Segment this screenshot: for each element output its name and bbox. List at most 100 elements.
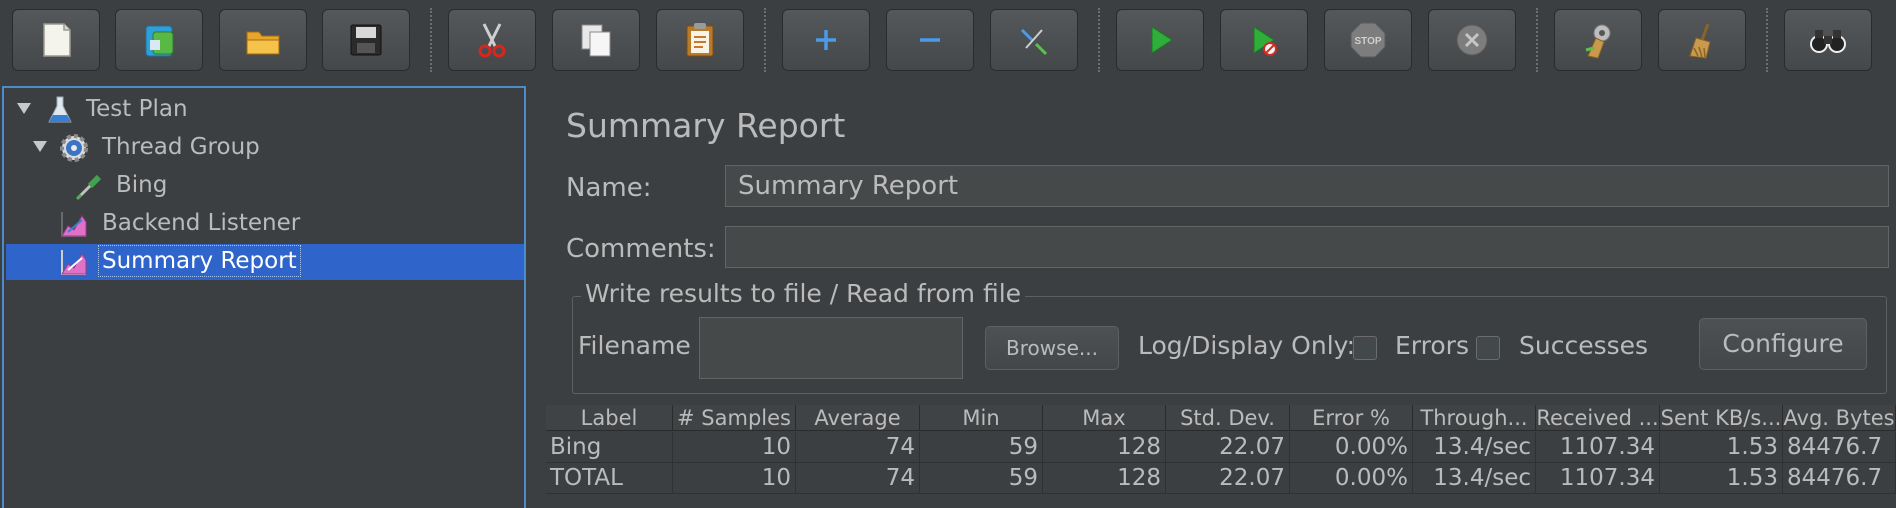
column-header[interactable]: Error % [1290, 405, 1413, 431]
tree-item-label: Backend Listener [102, 210, 301, 236]
page-title: Summary Report [566, 106, 846, 145]
copy-button[interactable] [552, 9, 640, 71]
tree-item-summary-report[interactable]: Summary Report [6, 244, 524, 280]
table-cell: 1107.34 [1536, 432, 1660, 463]
clear-all-button[interactable] [1658, 9, 1746, 71]
column-header[interactable]: Min [920, 405, 1043, 431]
clipboard-icon [686, 23, 714, 57]
listener-graph-icon [61, 212, 87, 237]
column-header[interactable]: Std. Dev. [1166, 405, 1290, 431]
table-cell: 128 [1043, 432, 1166, 463]
play-no-timers-icon [1253, 26, 1277, 56]
table-cell: 10 [673, 432, 796, 463]
clear-button[interactable] [1554, 9, 1642, 71]
configure-button[interactable]: Configure [1699, 318, 1867, 370]
tree-item-backend-listener[interactable]: Backend Listener [6, 206, 524, 242]
table-cell: 59 [920, 432, 1043, 463]
table-cell: 22.07 [1166, 463, 1290, 494]
toolbar-separator [1098, 8, 1100, 72]
templates-button[interactable] [115, 9, 203, 71]
save-button[interactable] [322, 9, 410, 71]
toolbar-separator [430, 8, 432, 72]
table-row[interactable]: TOTAL 10 74 59 128 22.07 0.00% 13.4/sec … [546, 463, 1896, 494]
cut-button[interactable] [448, 9, 536, 71]
file-group-legend: Write results to file / Read from file [581, 279, 1026, 308]
new-button[interactable] [12, 9, 100, 71]
plus-icon [816, 30, 836, 50]
expand-arrow-icon[interactable] [32, 138, 48, 154]
toggle-wand-icon [1020, 28, 1048, 56]
results-table: Label # Samples Average Min Max Std. Dev… [546, 405, 1896, 508]
expand-all-button[interactable] [782, 9, 870, 71]
comments-field[interactable] [725, 226, 1889, 268]
comments-label: Comments: [566, 234, 716, 264]
tree-item-bing[interactable]: Bing [6, 168, 524, 204]
column-header[interactable]: Avg. Bytes [1783, 405, 1896, 431]
broom-icon [1689, 23, 1711, 59]
tree-item-label: Test Plan [86, 96, 188, 122]
shutdown-button[interactable] [1428, 9, 1516, 71]
filename-field[interactable] [699, 317, 963, 379]
collapse-all-button[interactable] [886, 9, 974, 71]
log-display-label: Log/Display Only: [1138, 331, 1356, 360]
toggle-button[interactable] [990, 9, 1078, 71]
table-cell: 13.4/sec [1413, 463, 1536, 494]
new-file-icon [43, 23, 71, 57]
table-cell: 10 [673, 463, 796, 494]
tree-item-label: Thread Group [102, 134, 260, 160]
toolbar-separator [764, 8, 766, 72]
column-header[interactable]: Average [796, 405, 920, 431]
start-button[interactable] [1116, 9, 1204, 71]
main-toolbar: STOP [0, 0, 1896, 82]
svg-text:STOP: STOP [1354, 36, 1381, 47]
successes-label: Successes [1519, 331, 1649, 360]
errors-label: Errors [1395, 331, 1469, 360]
flask-icon [48, 96, 72, 123]
broom-gear-icon [1585, 24, 1611, 59]
table-cell: Bing [546, 432, 673, 463]
copy-icon [581, 24, 611, 57]
table-row[interactable]: Bing 10 74 59 128 22.07 0.00% 13.4/sec 1… [546, 432, 1896, 463]
column-header[interactable]: Label [546, 405, 673, 431]
table-cell: 0.00% [1290, 432, 1413, 463]
templates-icon [145, 25, 174, 57]
toolbar-separator [1536, 8, 1538, 72]
column-header[interactable]: Sent KB/s... [1660, 405, 1783, 431]
table-cell: 84476.7 [1783, 432, 1896, 463]
errors-checkbox[interactable] [1353, 336, 1377, 360]
save-disk-icon [350, 24, 382, 56]
browse-button[interactable]: Browse... [985, 326, 1119, 370]
column-header[interactable]: Through... [1413, 405, 1536, 431]
table-cell: 128 [1043, 463, 1166, 494]
successes-checkbox[interactable] [1476, 336, 1500, 360]
table-cell: 13.4/sec [1413, 432, 1536, 463]
table-cell: 1107.34 [1536, 463, 1660, 494]
table-cell: 22.07 [1166, 432, 1290, 463]
paste-button[interactable] [656, 9, 744, 71]
tree-item-label: Bing [116, 172, 168, 198]
column-header[interactable]: Received ... [1536, 405, 1660, 431]
column-header[interactable]: # Samples [673, 405, 796, 431]
binoculars-icon [1810, 30, 1846, 53]
open-button[interactable] [219, 9, 307, 71]
expand-arrow-icon[interactable] [16, 100, 32, 116]
minus-icon [920, 38, 940, 42]
table-cell: 84476.7 [1783, 463, 1896, 494]
table-cell: 74 [796, 463, 920, 494]
table-cell: TOTAL [546, 463, 673, 494]
stop-button[interactable]: STOP [1324, 9, 1412, 71]
filename-label: Filename [578, 331, 691, 360]
toolbar-separator [1766, 8, 1768, 72]
table-cell: 0.00% [1290, 463, 1413, 494]
column-header[interactable]: Max [1043, 405, 1166, 431]
search-button[interactable] [1784, 9, 1872, 71]
start-no-pauses-button[interactable] [1220, 9, 1308, 71]
tree-item-thread-group[interactable]: Thread Group [6, 130, 524, 166]
listener-graph-icon [61, 250, 87, 275]
test-plan-tree: Test Plan Thread Group Bing Backend List… [2, 86, 526, 508]
table-cell: 1.53 [1660, 432, 1783, 463]
table-cell: 74 [796, 432, 920, 463]
name-field[interactable]: Summary Report [725, 165, 1889, 207]
tree-item-test-plan[interactable]: Test Plan [6, 92, 524, 128]
file-options-group: Write results to file / Read from file F… [572, 279, 1887, 394]
